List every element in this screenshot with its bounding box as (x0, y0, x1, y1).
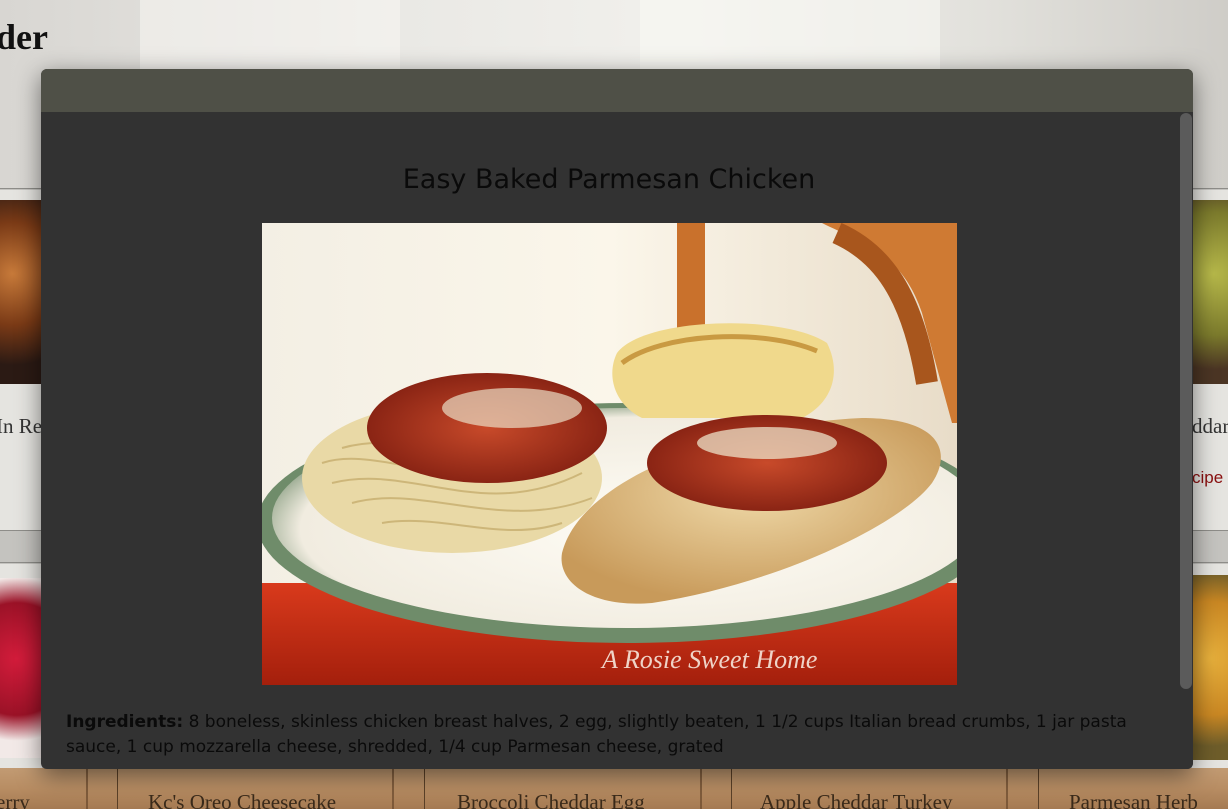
recipe-card-title[interactable]: Apple Cheddar Turkey (760, 790, 953, 809)
page-title: der (0, 17, 48, 57)
recipe-card-title[interactable]: erry (0, 790, 30, 809)
tile-divider (1038, 768, 1039, 809)
recipe-thumbnail[interactable] (1192, 200, 1228, 384)
recipe-thumbnail[interactable] (0, 200, 42, 384)
recipe-thumbnail[interactable] (1192, 575, 1228, 760)
recipe-card-title[interactable]: Broccoli Cheddar Egg (457, 790, 645, 809)
modal-scrollbar-thumb[interactable] (1180, 113, 1192, 689)
recipe-image: A Rosie Sweet Home (262, 223, 957, 685)
recipe-card-title[interactable]: In Re (0, 414, 42, 439)
ingredients-list: 8 boneless, skinless chicken breast halv… (66, 712, 1127, 757)
tile-divider (117, 768, 118, 809)
recipe-link[interactable]: cipe (1192, 468, 1223, 488)
recipe-card-title[interactable]: ddar (1192, 414, 1228, 439)
recipe-card-title[interactable]: Parmesan Herb (1069, 790, 1198, 809)
recipe-thumbnail[interactable] (0, 578, 42, 758)
modal-header (41, 69, 1193, 112)
tile-divider (424, 768, 425, 809)
tile-divider (731, 768, 732, 809)
recipe-card-title[interactable]: Kc's Oreo Cheesecake (148, 790, 336, 809)
image-watermark: A Rosie Sweet Home (600, 645, 817, 674)
recipe-modal: Easy Baked Parmesan Chicken A Rosie Swee… (41, 69, 1193, 769)
modal-title: Easy Baked Parmesan Chicken (402, 164, 816, 195)
ingredients-label: Ingredients: (66, 712, 184, 732)
ingredients-text: Ingredients: 8 boneless, skinless chicke… (66, 710, 1156, 760)
